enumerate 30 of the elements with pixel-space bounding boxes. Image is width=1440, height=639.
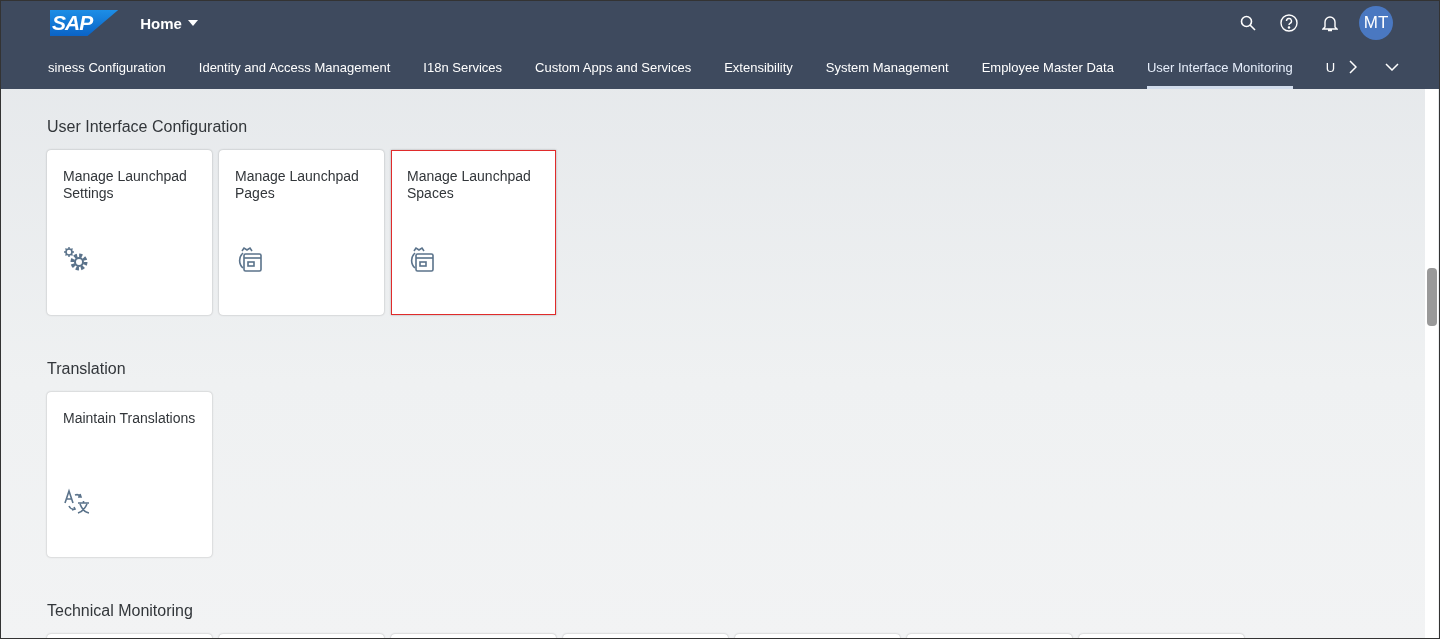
- space-tab[interactable]: U: [1325, 45, 1336, 89]
- space-tab[interactable]: Employee Master Data: [981, 45, 1114, 89]
- section-title: User Interface Configuration: [47, 118, 249, 136]
- space-tab[interactable]: siness Configuration: [48, 45, 166, 89]
- tile-title: Manage Launchpad Settings: [63, 168, 188, 202]
- tile-title: Manage Launchpad Spaces: [407, 168, 532, 202]
- caret-icon: [187, 20, 198, 26]
- app-tile[interactable]: Manage Launchpad Pages: [219, 150, 384, 315]
- space-tab[interactable]: I18n Services: [423, 45, 503, 89]
- translate-icon: [63, 488, 91, 516]
- space-tab[interactable]: Custom Apps and Services: [535, 45, 692, 89]
- home-menu-button[interactable]: Home: [140, 14, 198, 32]
- scrollbar[interactable]: [1425, 89, 1438, 638]
- scrollbar-thumb[interactable]: [1427, 268, 1437, 326]
- chevron-right-icon[interactable]: [1349, 60, 1358, 74]
- sap-logo[interactable]: SAP: [50, 10, 119, 36]
- tile-title: Manage Launchpad Pages: [235, 168, 360, 202]
- section-title: Translation: [47, 360, 127, 378]
- app-tile[interactable]: Manage Launchpad Settings: [47, 150, 212, 315]
- space-tab[interactable]: System Management: [825, 45, 949, 89]
- space-tab[interactable]: Identity and Access Management: [198, 45, 391, 89]
- user-avatar[interactable]: MT: [1359, 6, 1393, 40]
- space-tab[interactable]: User Interface Monitoring: [1146, 45, 1293, 89]
- section-title: Technical Monitoring: [47, 602, 194, 620]
- space-tab[interactable]: Extensibility: [724, 45, 793, 89]
- app-tile[interactable]: Maintain Translations: [47, 392, 212, 557]
- help-icon[interactable]: [1277, 11, 1301, 35]
- tile-title: Maintain Translations: [63, 410, 196, 427]
- app-tile[interactable]: Manage Launchpad Spaces: [391, 150, 556, 315]
- chevron-down-icon[interactable]: [1385, 63, 1400, 71]
